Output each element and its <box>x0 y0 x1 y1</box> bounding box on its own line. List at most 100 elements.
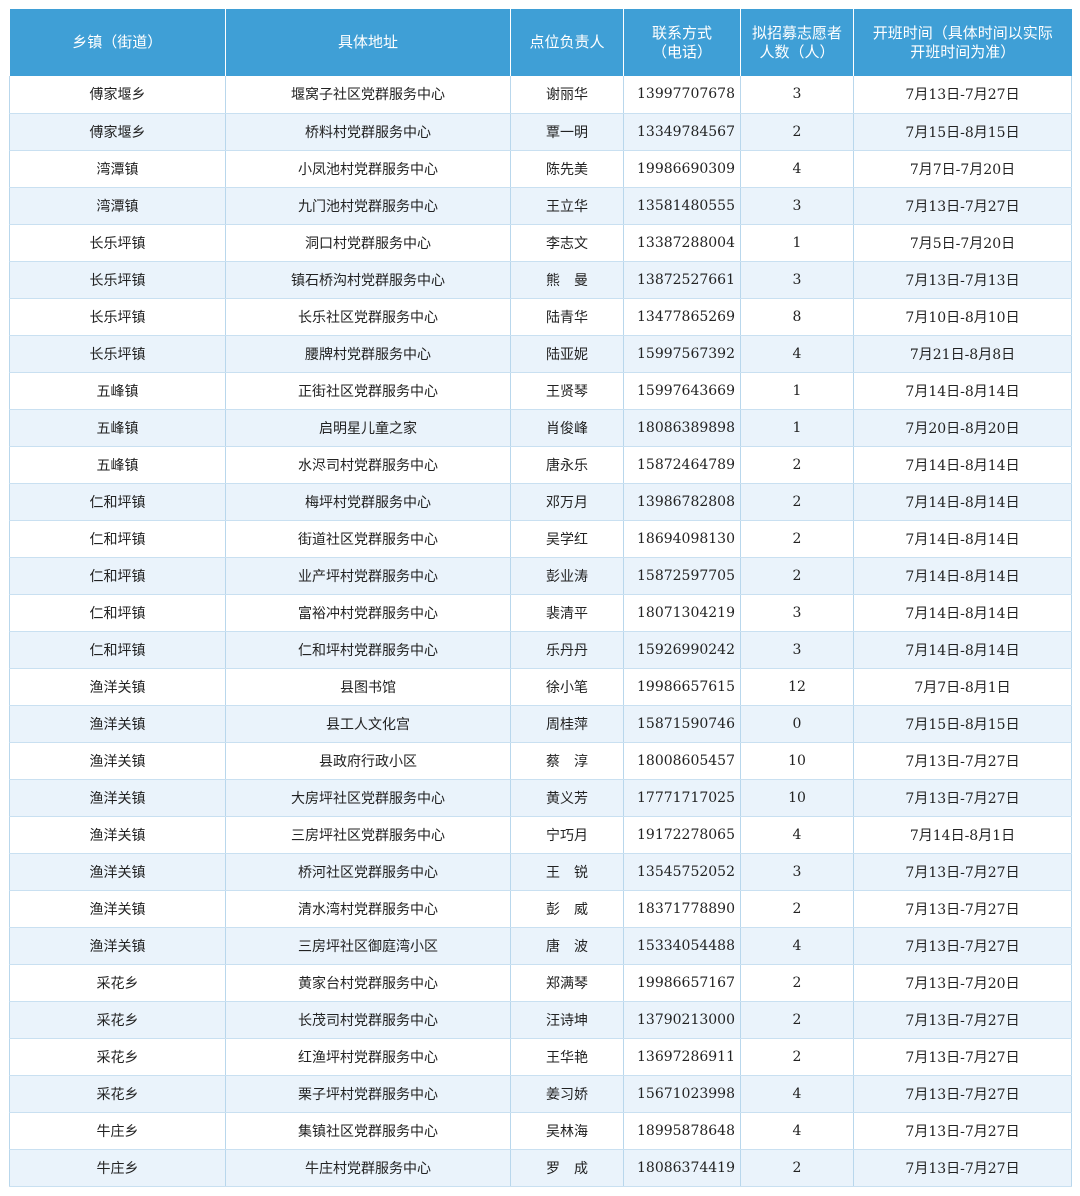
cell-class-time: 7月5日-7月20日 <box>853 224 1072 262</box>
cell-address: 九门池村党群服务中心 <box>225 187 511 225</box>
header-town: 乡镇（街道） <box>9 9 226 76</box>
volunteer-site-table-container: 乡镇（街道） 具体地址 点位负责人 联系方式 （电话） 拟招募志愿者 人数（人）… <box>9 9 1072 1187</box>
cell-address: 县政府行政小区 <box>225 742 511 780</box>
cell-address: 栗子坪村党群服务中心 <box>225 1075 511 1113</box>
cell-address: 镇石桥沟村党群服务中心 <box>225 261 511 299</box>
cell-town: 湾潭镇 <box>9 150 226 188</box>
cell-address: 仁和坪村党群服务中心 <box>225 631 511 669</box>
cell-address: 启明星儿童之家 <box>225 409 511 447</box>
cell-town: 渔洋关镇 <box>9 779 226 817</box>
table-row: 渔洋关镇 县工人文化宫 周桂萍 15871590746 0 7月15日-8月15日 <box>9 705 1072 743</box>
cell-phone: 18086374419 <box>623 1149 741 1187</box>
header-time-label-line2: 开班时间为准） <box>910 42 1016 61</box>
cell-volunteer-count: 3 <box>740 187 854 225</box>
cell-town: 渔洋关镇 <box>9 668 226 706</box>
cell-address: 富裕冲村党群服务中心 <box>225 594 511 632</box>
header-phone-label-line1: 联系方式 <box>651 23 712 42</box>
volunteer-site-table: 乡镇（街道） 具体地址 点位负责人 联系方式 （电话） 拟招募志愿者 人数（人）… <box>9 9 1072 1187</box>
cell-phone: 18071304219 <box>623 594 741 632</box>
cell-volunteer-count: 4 <box>740 927 854 965</box>
cell-phone: 13697286911 <box>623 1038 741 1076</box>
cell-class-time: 7月7日-7月20日 <box>853 150 1072 188</box>
cell-town: 长乐坪镇 <box>9 224 226 262</box>
cell-volunteer-count: 4 <box>740 1075 854 1113</box>
cell-town: 仁和坪镇 <box>9 631 226 669</box>
cell-phone: 13581480555 <box>623 187 741 225</box>
cell-address: 长乐社区党群服务中心 <box>225 298 511 336</box>
cell-class-time: 7月13日-7月27日 <box>853 76 1072 114</box>
cell-class-time: 7月13日-7月27日 <box>853 187 1072 225</box>
table-body: 傅家堰乡 堰窝子社区党群服务中心 谢丽华 13997707678 3 7月13日-7月27… <box>9 76 1072 1187</box>
cell-volunteer-count: 2 <box>740 1001 854 1039</box>
cell-contact: 王华艳 <box>510 1038 624 1076</box>
cell-address: 腰牌村党群服务中心 <box>225 335 511 373</box>
cell-class-time: 7月10日-8月10日 <box>853 298 1072 336</box>
cell-contact: 肖俊峰 <box>510 409 624 447</box>
cell-address: 街道社区党群服务中心 <box>225 520 511 558</box>
header-contact: 点位负责人 <box>510 9 624 76</box>
cell-contact: 陆青华 <box>510 298 624 336</box>
cell-phone: 13790213000 <box>623 1001 741 1039</box>
header-time-label-line1: 开班时间（具体时间以实际 <box>872 23 1053 42</box>
table-header: 乡镇（街道） 具体地址 点位负责人 联系方式 （电话） 拟招募志愿者 人数（人）… <box>9 9 1072 76</box>
header-contact-label: 点位负责人 <box>529 33 605 51</box>
cell-contact: 罗 成 <box>510 1149 624 1187</box>
cell-address: 洞口村党群服务中心 <box>225 224 511 262</box>
table-row: 五峰镇 水浕司村党群服务中心 唐永乐 15872464789 2 7月14日-8月14日 <box>9 446 1072 484</box>
cell-phone: 18086389898 <box>623 409 741 447</box>
cell-class-time: 7月14日-8月14日 <box>853 520 1072 558</box>
cell-volunteer-count: 2 <box>740 483 854 521</box>
cell-contact: 王贤琴 <box>510 372 624 410</box>
table-row: 牛庄乡 牛庄村党群服务中心罗 成 18086374419 2 7月13日-7月27日 <box>9 1149 1072 1187</box>
cell-contact: 裴清平 <box>510 594 624 632</box>
cell-town: 采花乡 <box>9 1001 226 1039</box>
cell-contact: 陈先美 <box>510 150 624 188</box>
table-row: 五峰镇 启明星儿童之家 肖俊峰 18086389898 1 7月20日-8月20日 <box>9 409 1072 447</box>
cell-volunteer-count: 2 <box>740 890 854 928</box>
cell-contact: 吴林海 <box>510 1112 624 1150</box>
header-count: 拟招募志愿者 人数（人） <box>740 9 854 76</box>
cell-volunteer-count: 2 <box>740 1038 854 1076</box>
cell-class-time: 7月21日-8月8日 <box>853 335 1072 373</box>
cell-phone: 15872597705 <box>623 557 741 595</box>
cell-contact: 唐 波 <box>510 927 624 965</box>
table-row: 五峰镇 正街社区党群服务中心 王贤琴 15997643669 1 7月14日-8月14日 <box>9 372 1072 410</box>
cell-contact: 周桂萍 <box>510 705 624 743</box>
cell-address: 集镇社区党群服务中心 <box>225 1112 511 1150</box>
cell-class-time: 7月13日-7月27日 <box>853 890 1072 928</box>
cell-contact: 陆亚妮 <box>510 335 624 373</box>
table-row: 采花乡 红渔坪村党群服务中心 王华艳 13697286911 2 7月13日-7月27日 <box>9 1038 1072 1076</box>
table-row: 仁和坪镇 仁和坪村党群服务中心 乐丹丹 15926990242 3 7月14日-8月14日 <box>9 631 1072 669</box>
table-row: 渔洋关镇 三房坪社区党群服务中心 宁巧月 19172278065 4 7月14日-8月1日 <box>9 816 1072 854</box>
cell-class-time: 7月15日-8月15日 <box>853 705 1072 743</box>
cell-volunteer-count: 2 <box>740 113 854 151</box>
cell-address: 县工人文化宫 <box>225 705 511 743</box>
cell-volunteer-count: 10 <box>740 779 854 817</box>
cell-town: 长乐坪镇 <box>9 335 226 373</box>
cell-contact: 彭业涛 <box>510 557 624 595</box>
cell-volunteer-count: 4 <box>740 1112 854 1150</box>
cell-class-time: 7月7日-8月1日 <box>853 668 1072 706</box>
cell-town: 牛庄乡 <box>9 1149 226 1187</box>
cell-volunteer-count: 3 <box>740 853 854 891</box>
cell-class-time: 7月13日-7月20日 <box>853 964 1072 1002</box>
header-count-label-line1: 拟招募志愿者 <box>751 23 842 42</box>
cell-contact: 徐小笔 <box>510 668 624 706</box>
cell-volunteer-count: 2 <box>740 446 854 484</box>
cell-address: 桥河社区党群服务中心 <box>225 853 511 891</box>
cell-town: 采花乡 <box>9 1038 226 1076</box>
header-row: 乡镇（街道） 具体地址 点位负责人 联系方式 （电话） 拟招募志愿者 人数（人）… <box>9 9 1072 76</box>
cell-address: 小凤池村党群服务中心 <box>225 150 511 188</box>
table-row: 采花乡 黄家台村党群服务中心 郑满琴 19986657167 2 7月13日-7月20日 <box>9 964 1072 1002</box>
cell-phone: 13387288004 <box>623 224 741 262</box>
header-town-label: 乡镇（街道） <box>72 33 163 51</box>
cell-address: 堰窝子社区党群服务中心 <box>225 76 511 114</box>
table-row: 长乐坪镇 洞口村党群服务中心 李志文 13387288004 1 7月5日-7月20日 <box>9 224 1072 262</box>
cell-contact: 黄义芳 <box>510 779 624 817</box>
table-row: 仁和坪镇 富裕冲村党群服务中心 裴清平 18071304219 3 7月14日-8月14日 <box>9 594 1072 632</box>
cell-contact: 乐丹丹 <box>510 631 624 669</box>
table-row: 湾潭镇 小凤池村党群服务中心 陈先美 19986690309 4 7月7日-7月20日 <box>9 150 1072 188</box>
cell-contact: 彭 威 <box>510 890 624 928</box>
cell-phone: 18008605457 <box>623 742 741 780</box>
cell-address: 三房坪社区御庭湾小区 <box>225 927 511 965</box>
